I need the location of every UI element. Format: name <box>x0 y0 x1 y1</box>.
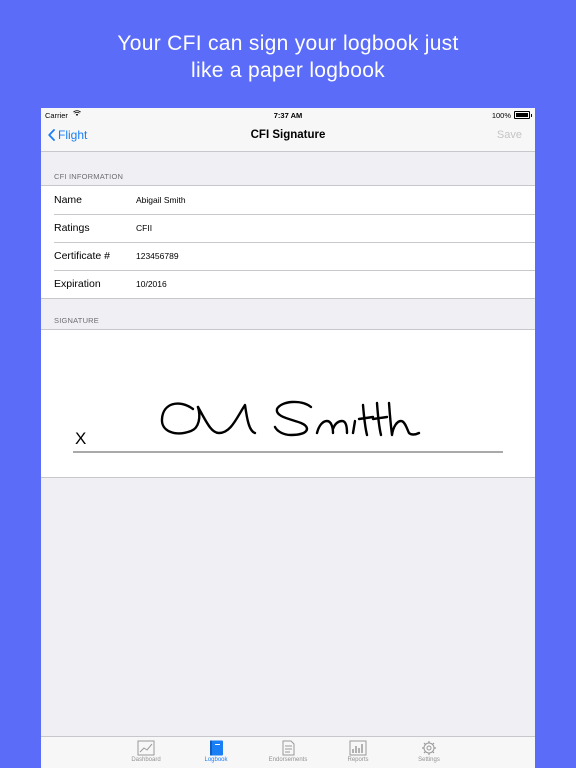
gear-icon <box>422 741 436 755</box>
battery-icon <box>514 111 532 119</box>
certificate-field[interactable]: 123456789 <box>136 251 179 261</box>
tab-label: Logbook <box>204 757 228 763</box>
tab-bar: Dashboard Logbook Endorsements Reports S… <box>41 736 535 768</box>
signature-pad[interactable]: X <box>41 329 535 478</box>
row-label: Expiration <box>54 278 101 290</box>
status-time: 7:37 AM <box>273 111 303 120</box>
tab-label: Reports <box>347 757 369 763</box>
cfi-information-header: CFI INFORMATION <box>54 172 124 181</box>
book-icon <box>210 740 223 756</box>
table-row-name[interactable]: Name Abigail Smith <box>41 186 535 214</box>
table-row-ratings[interactable]: Ratings CFII <box>41 214 535 242</box>
signature-header: SIGNATURE <box>54 316 99 325</box>
ratings-field[interactable]: CFII <box>136 223 152 233</box>
battery-percent: 100% <box>491 111 511 120</box>
expiration-field[interactable]: 10/2016 <box>136 279 167 289</box>
tab-dashboard[interactable]: Dashboard <box>116 737 176 768</box>
page-title: CFI Signature <box>250 129 326 141</box>
headline-line-1: Your CFI can sign your logbook just <box>117 32 459 55</box>
save-button[interactable]: Save <box>497 129 522 141</box>
tab-logbook[interactable]: Logbook <box>186 737 246 768</box>
tab-settings[interactable]: Settings <box>399 737 459 768</box>
table-row-certificate[interactable]: Certificate # 123456789 <box>41 242 535 270</box>
bar-chart-icon <box>349 740 367 756</box>
tab-endorsements[interactable]: Endorsements <box>258 737 318 768</box>
tab-label: Settings <box>418 757 440 763</box>
row-label: Ratings <box>54 222 90 234</box>
document-icon <box>282 740 295 756</box>
name-field[interactable]: Abigail Smith <box>136 195 186 205</box>
tab-reports[interactable]: Reports <box>328 737 388 768</box>
tab-label: Endorsements <box>268 757 308 763</box>
table-row-expiration[interactable]: Expiration 10/2016 <box>41 270 535 298</box>
navigation-bar: Flight CFI Signature Save <box>41 122 535 152</box>
status-bar: Carrier 7:37 AM 100% <box>41 108 535 122</box>
cfi-information-table: Name Abigail Smith Ratings CFII Certific… <box>41 185 535 299</box>
row-label: Name <box>54 194 83 206</box>
chart-icon <box>137 740 155 756</box>
device-screen: Carrier 7:37 AM 100% Flight CFI Signatur… <box>41 108 535 768</box>
tab-label: Dashboard <box>131 757 161 763</box>
signature-x-mark: X <box>75 429 87 448</box>
headline: Your CFI can sign your logbook just like… <box>0 30 576 84</box>
signature-line <box>73 451 503 453</box>
headline-line-2: like a paper logbook <box>191 59 385 82</box>
handwritten-signature <box>160 400 421 437</box>
row-label: Certificate # <box>54 250 111 262</box>
